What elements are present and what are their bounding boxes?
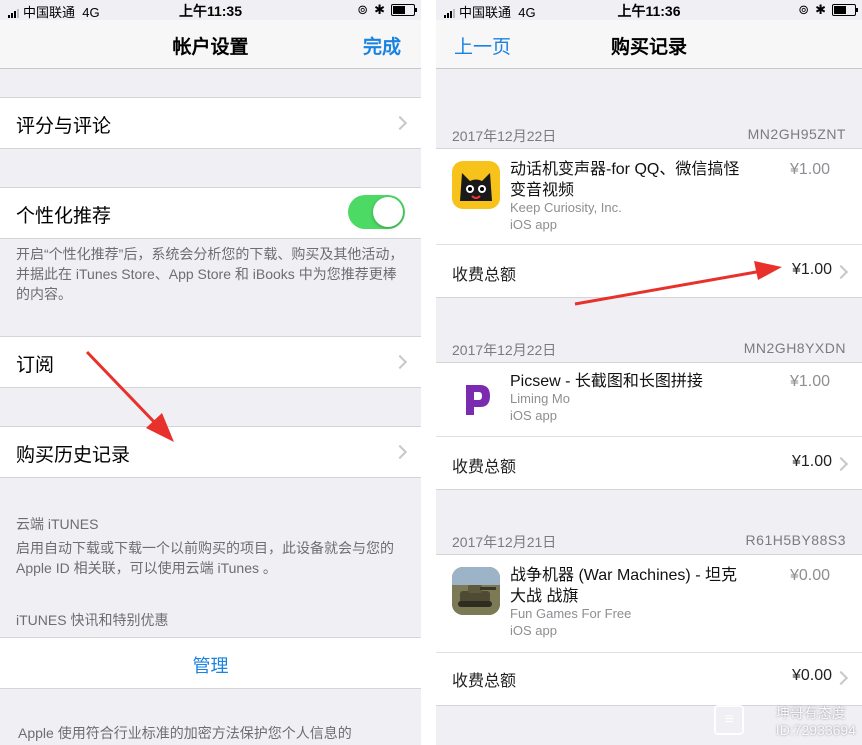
total-row[interactable]: 收费总额 ¥0.00 [436, 653, 862, 705]
purchase-card: 战争机器 (War Machines) - 坦克大战 战旗 Fun Games … [436, 554, 862, 706]
subscriptions-row[interactable]: 订阅 [0, 336, 421, 388]
app-price: ¥0.00 [789, 567, 830, 584]
total-label: 收费总额 [452, 267, 517, 284]
total-row[interactable]: 收费总额 ¥1.00 [436, 437, 862, 489]
watermark-id: ID:72933694 [775, 722, 856, 738]
cloud-itunes-header: 云端 iTUNES [16, 516, 99, 532]
app-platform: iOS app [510, 623, 557, 638]
purchase-history-label: 购买历史记录 [16, 445, 131, 466]
total-label: 收费总额 [452, 673, 517, 690]
order-id: MN2GH8YXDN [743, 340, 846, 356]
app-price: ¥1.00 [789, 161, 830, 178]
page-title: 购买记录 [610, 37, 687, 58]
app-developer: Liming Mo [510, 391, 570, 406]
app-developer: Fun Games For Free [510, 606, 632, 621]
subscriptions-label: 订阅 [16, 355, 55, 376]
watermark-logo-icon: ≡ [714, 705, 744, 735]
rotation-lock-icon: ⊚ [798, 2, 810, 17]
watermark-name: 坤哥有态度 [775, 705, 846, 721]
privacy-footer: Apple 使用符合行业标准的加密方法保护您个人信息的 [18, 725, 352, 741]
app-icon-voice-changer [452, 161, 500, 209]
personalized-recommendations-row: 个性化推荐 [0, 187, 421, 239]
order-id: MN2GH95ZNT [747, 126, 846, 142]
battery-icon [391, 4, 417, 16]
newsletter-header: iTUNES 快讯和特别优惠 [16, 612, 169, 628]
personalized-toggle[interactable] [348, 195, 405, 229]
account-settings-screen: 中国联通 4G 上午11:35 ⊚ ✱ 帐户设置 完成 评分与评论 个性化推荐 … [0, 0, 421, 745]
screen-divider [421, 0, 436, 745]
order-id: R61H5BY88S3 [745, 532, 846, 548]
bluetooth-icon: ✱ [374, 2, 385, 17]
total-row[interactable]: 收费总额 ¥1.00 [436, 245, 862, 297]
personalized-note: 开启“个性化推荐”后，系统会分析您的下载、购买及其他活动，并据此在 iTunes… [16, 246, 404, 302]
manage-button[interactable]: 管理 [0, 652, 421, 678]
chevron-right-icon [392, 115, 408, 131]
chevron-right-icon [833, 456, 849, 472]
app-developer: Keep Curiosity, Inc. [510, 200, 622, 215]
toggle-knob [373, 197, 403, 227]
purchase-history-row[interactable]: 购买历史记录 [0, 426, 421, 478]
done-button[interactable]: 完成 [363, 32, 401, 59]
purchase-date-header: 2017年12月21日 R61H5BY88S3 [452, 532, 846, 552]
app-name: Picsew - 长截图和长图拼接 [510, 373, 703, 390]
purchase-card: Picsew - 长截图和长图拼接 Liming Mo iOS app ¥1.0… [436, 362, 862, 490]
watermark: 坤哥有态度 ID:72933694 [776, 705, 856, 739]
purchase-card: 动话机变声器-for QQ、微信搞怪变音视频 Keep Curiosity, I… [436, 148, 862, 298]
total-price: ¥0.00 [791, 667, 832, 684]
app-name: 战争机器 (War Machines) - 坦克大战 战旗 [510, 567, 737, 605]
rotation-lock-icon: ⊚ [357, 2, 369, 17]
bluetooth-icon: ✱ [815, 2, 826, 17]
app-price: ¥1.00 [789, 373, 830, 390]
total-price: ¥1.00 [791, 453, 832, 470]
app-platform: iOS app [510, 408, 557, 423]
cloud-itunes-note: 启用自动下载或下载一个以前购买的项目，此设备就会与您的 Apple ID 相关联… [16, 540, 394, 576]
chevron-right-icon [833, 670, 849, 686]
chevron-right-icon [833, 264, 849, 280]
battery-icon [832, 4, 858, 16]
purchase-date: 2017年12月22日 [452, 128, 557, 144]
personalized-recommendations-label: 个性化推荐 [16, 206, 112, 227]
purchase-date: 2017年12月22日 [452, 342, 557, 358]
status-bar: 中国联通 4G 上午11:35 ⊚ ✱ [0, 0, 421, 20]
chevron-right-icon [392, 444, 408, 460]
purchase-date: 2017年12月21日 [452, 534, 557, 550]
app-icon-war-machines [452, 567, 500, 615]
app-name: 动话机变声器-for QQ、微信搞怪变音视频 [510, 161, 740, 199]
page-title: 帐户设置 [172, 37, 249, 58]
ratings-reviews-row[interactable]: 评分与评论 [0, 97, 421, 149]
purchase-date-header: 2017年12月22日 MN2GH95ZNT [452, 126, 846, 146]
total-label: 收费总额 [452, 459, 517, 476]
app-icon-picsew [452, 375, 500, 423]
navigation-bar: 帐户设置 完成 [0, 20, 421, 69]
purchase-history-screen: 中国联通 4G 上午11:36 ⊚ ✱ 上一页 购买记录 2017年12月22日… [436, 0, 862, 745]
total-price: ¥1.00 [791, 261, 832, 278]
purchase-date-header: 2017年12月22日 MN2GH8YXDN [452, 340, 846, 360]
ratings-reviews-label: 评分与评论 [16, 116, 112, 137]
app-platform: iOS app [510, 217, 557, 232]
chevron-right-icon [392, 354, 408, 370]
status-bar: 中国联通 4G 上午11:36 ⊚ ✱ [436, 0, 862, 20]
manage-row: 管理 [0, 637, 421, 689]
navigation-bar: 上一页 购买记录 [436, 20, 862, 69]
